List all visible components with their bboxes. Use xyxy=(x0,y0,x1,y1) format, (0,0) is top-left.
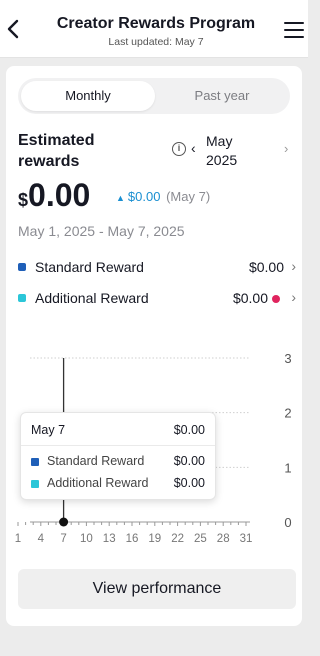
notification-dot xyxy=(272,295,280,303)
x-tick-label: 13 xyxy=(103,533,116,545)
tooltip-date: May 7 xyxy=(31,423,66,437)
chevron-right-icon: › xyxy=(291,289,296,305)
chart-tooltip: May 7 $0.00 Standard Reward $0.00 Additi… xyxy=(20,412,216,500)
tab-past-year[interactable]: Past year xyxy=(155,81,289,111)
standard-swatch xyxy=(31,458,39,466)
y-tick-label: 0 xyxy=(284,515,291,530)
additional-legend-swatch xyxy=(18,294,26,302)
hamburger-icon xyxy=(284,22,304,24)
standard-reward-label: Standard Reward xyxy=(35,259,144,275)
additional-swatch xyxy=(31,480,39,488)
last-updated-text: Last updated: May 7 xyxy=(108,36,204,48)
additional-reward-label: Additional Reward xyxy=(35,290,149,306)
tab-monthly[interactable]: Monthly xyxy=(21,81,155,111)
header: Creator Rewards Program Last updated: Ma… xyxy=(0,0,308,58)
standard-reward-amount: $0.00 xyxy=(248,259,284,275)
menu-button[interactable] xyxy=(284,22,304,38)
change-value: $0.00 xyxy=(127,189,161,204)
additional-reward-row[interactable]: Additional Reward $0.00 › xyxy=(18,289,296,309)
total-amount: $0.00 xyxy=(18,177,90,214)
x-tick-label: 19 xyxy=(148,533,161,545)
period-toggle: Monthly Past year xyxy=(18,78,290,114)
x-tick-label: 28 xyxy=(217,533,230,545)
x-tick-label: 22 xyxy=(171,533,184,545)
view-performance-button[interactable]: View performance xyxy=(18,569,296,609)
selection-point xyxy=(59,517,69,527)
y-tick-label: 2 xyxy=(284,406,291,421)
x-tick-label: 25 xyxy=(194,533,207,545)
rewards-card: Monthly Past year Estimated rewards i ‹ … xyxy=(6,66,302,626)
standard-legend-swatch xyxy=(18,263,26,271)
date-range: May 1, 2025 - May 7, 2025 xyxy=(18,223,185,239)
y-tick-label: 1 xyxy=(284,460,291,475)
back-button[interactable] xyxy=(6,18,22,40)
back-arrow-icon xyxy=(7,19,19,39)
change-date: (May 7) xyxy=(166,189,211,204)
page-title: Creator Rewards Program xyxy=(56,15,256,32)
x-tick-label: 1 xyxy=(15,533,21,545)
currency-symbol: $ xyxy=(18,190,29,210)
x-tick-label: 7 xyxy=(60,533,66,545)
estimated-rewards-label: Estimated rewards xyxy=(18,132,95,170)
tooltip-total: $0.00 xyxy=(173,423,205,437)
x-tick-label: 16 xyxy=(126,533,139,545)
info-icon[interactable]: i xyxy=(172,142,186,156)
additional-reward-amount: $0.00 xyxy=(232,290,268,306)
triangle-up-icon: ▲ xyxy=(116,193,125,203)
x-tick-label: 10 xyxy=(80,533,93,545)
standard-reward-row[interactable]: Standard Reward $0.00 › xyxy=(18,258,296,278)
x-tick-label: 31 xyxy=(240,533,253,545)
daily-change: ▲ $0.00 (May 7) xyxy=(116,189,210,204)
chevron-left-icon[interactable]: ‹ xyxy=(191,140,196,156)
x-tick-label: 4 xyxy=(38,533,45,545)
amount-value: 0.00 xyxy=(28,177,91,213)
chevron-right-icon: › xyxy=(291,258,296,274)
chevron-right-icon[interactable]: › xyxy=(284,141,288,156)
period-label: May 2025 xyxy=(206,133,238,168)
y-tick-label: 3 xyxy=(284,351,291,366)
